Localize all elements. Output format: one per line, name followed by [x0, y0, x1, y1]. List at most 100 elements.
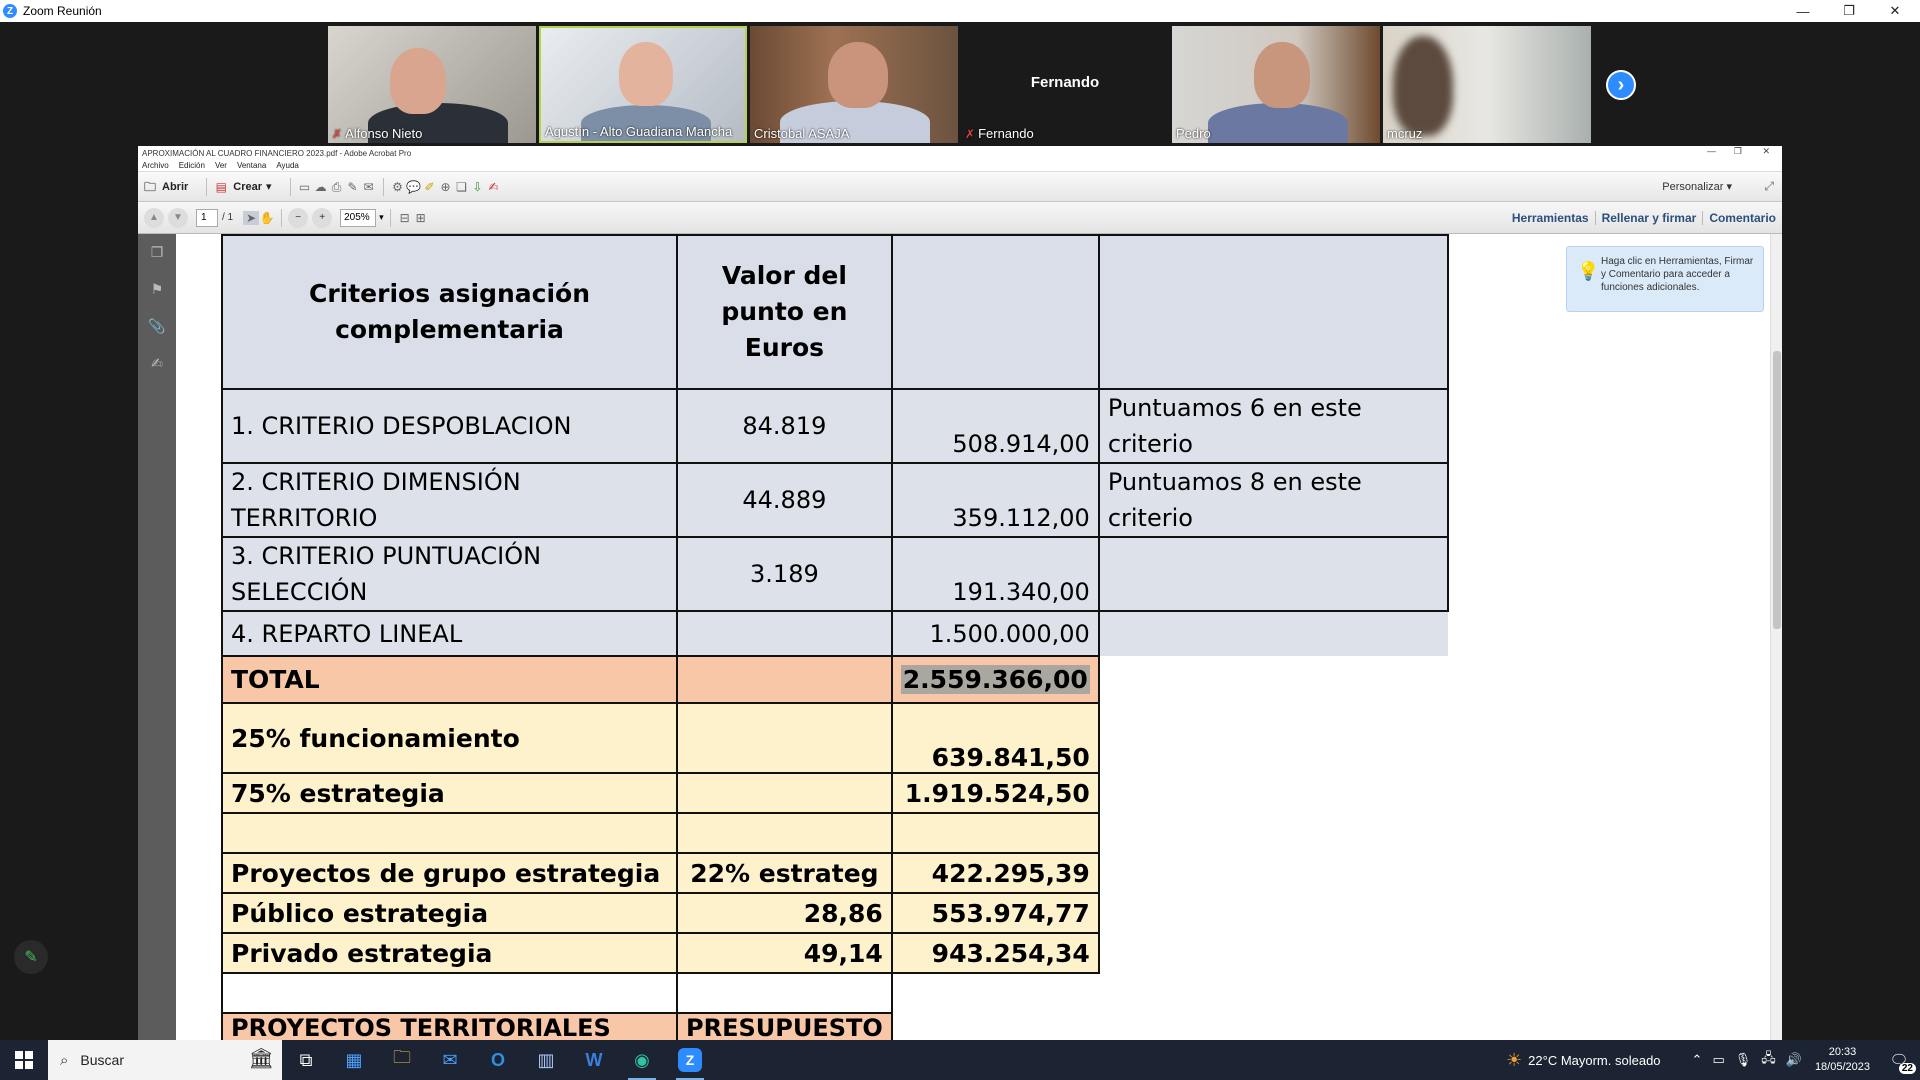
- store-icon[interactable]: ▦: [330, 1040, 378, 1080]
- upload-icon[interactable]: ☁: [313, 180, 329, 194]
- tab-comentario[interactable]: Comentario: [1702, 211, 1782, 225]
- select-cursor-icon[interactable]: ➤: [243, 210, 260, 225]
- save-icon[interactable]: ▭: [297, 180, 313, 194]
- mail-icon[interactable]: ✉: [361, 180, 377, 194]
- percentage: 22% estrateg: [676, 852, 893, 894]
- pages-panel-icon[interactable]: ❐: [147, 244, 167, 264]
- expand-icon[interactable]: ⤢: [1764, 179, 1774, 194]
- amount: 359.112,00: [890, 462, 1100, 538]
- fit-page-icon[interactable]: ⊟: [397, 211, 413, 225]
- menu-ver[interactable]: Ver: [215, 161, 227, 170]
- create-button[interactable]: ▤ Crear ▾: [213, 180, 272, 194]
- zoom-taskbar-icon[interactable]: Z: [666, 1040, 714, 1080]
- document-viewport[interactable]: ❐ ⚑ 📎 ✍ Criterios asignación complementa…: [138, 234, 1782, 1044]
- bookmarks-icon[interactable]: ⚑: [147, 281, 167, 301]
- menu-edicion[interactable]: Edición: [179, 161, 205, 170]
- table-row: PROYECTOS TERRITORIALES PRESUPUESTO: [221, 1012, 1448, 1044]
- amount: 553.974,77: [890, 892, 1100, 934]
- clock-date: 18/05/2023: [1814, 1061, 1870, 1073]
- page-number-input[interactable]: [196, 208, 218, 227]
- stamp-icon[interactable]: ⊕: [438, 180, 454, 194]
- acrobat-minimize-button[interactable]: —: [1707, 146, 1716, 156]
- restore-button[interactable]: ❐: [1826, 0, 1872, 22]
- word-icon[interactable]: W: [570, 1040, 618, 1080]
- network-icon[interactable]: 🖧: [1761, 1049, 1776, 1071]
- participant-tile[interactable]: mcruz: [1383, 26, 1591, 143]
- mail-icon[interactable]: ✉: [426, 1040, 474, 1080]
- participant-strip: ✗ Alfonso Nieto Agustín - Alto Guadiana M…: [0, 22, 1920, 144]
- total-amount-selected[interactable]: 2.559.366,00: [900, 665, 1090, 694]
- menu-ventana[interactable]: Ventana: [237, 161, 266, 170]
- settings-icon[interactable]: ⚙: [390, 180, 406, 194]
- acrobat-titlebar: APROXIMACIÓN AL CUADRO FINANCIERO 2023.p…: [138, 146, 1782, 160]
- acrobat-restore-button[interactable]: ❐: [1734, 146, 1742, 157]
- participant-name: Cristobal ASAJA: [754, 126, 850, 141]
- table-row: 25% funcionamiento 639.841,50: [221, 702, 1448, 774]
- row-label: 25% funcionamiento: [221, 702, 678, 774]
- signatures-icon[interactable]: ✍: [147, 355, 167, 375]
- customize-menu[interactable]: Personalizar ▾: [1662, 180, 1732, 193]
- menu-ayuda[interactable]: Ayuda: [276, 161, 299, 170]
- menu-archivo[interactable]: Archivo: [142, 161, 169, 170]
- print-icon[interactable]: ⎙: [329, 180, 345, 194]
- export-icon[interactable]: ⇩: [470, 180, 486, 194]
- zoom-out-icon[interactable]: −: [288, 207, 309, 228]
- outlook-icon[interactable]: O: [474, 1040, 522, 1080]
- zoom-level-input[interactable]: [340, 208, 377, 227]
- table-row: 4. REPARTO LINEAL 1.500.000,00: [221, 610, 1448, 657]
- vertical-scrollbar[interactable]: [1770, 234, 1782, 1040]
- chevron-up-icon[interactable]: ⌃: [1692, 1052, 1703, 1068]
- edit-icon[interactable]: ✎: [345, 180, 361, 194]
- participant-tile[interactable]: Cristobal ASAJA: [750, 26, 958, 143]
- microphone-icon[interactable]: 🎙: [1735, 1052, 1752, 1068]
- device-icon[interactable]: ▭: [1712, 1052, 1724, 1068]
- sign-icon[interactable]: ✍: [486, 180, 502, 194]
- participant-tile[interactable]: ✗ Alfonso Nieto: [328, 26, 536, 143]
- volume-icon[interactable]: 🔊: [1786, 1052, 1802, 1068]
- minimize-button[interactable]: —: [1780, 0, 1826, 22]
- amount: 508.914,00: [890, 388, 1100, 464]
- scroll-thumb[interactable]: [1773, 351, 1781, 629]
- close-button[interactable]: ✕: [1872, 0, 1918, 22]
- participant-tile[interactable]: Pedro: [1172, 26, 1380, 143]
- hand-tool-icon[interactable]: ✋: [259, 211, 275, 225]
- edge-icon[interactable]: ◉: [618, 1040, 666, 1080]
- tools-hint-tooltip: 💡 Haga clic en Herramientas, Firmar y Co…: [1566, 246, 1764, 312]
- fit-width-icon[interactable]: ⊞: [413, 211, 429, 225]
- taskbar-search[interactable]: ⌕ Buscar 🏛: [48, 1040, 282, 1080]
- windows-taskbar: ⌕ Buscar 🏛 ⧉ ▦ 🗀 ✉ O ▥ W ◉ Z ☀ 22°C Mayo…: [0, 1040, 1920, 1080]
- previous-page-icon[interactable]: ▲: [144, 207, 164, 228]
- windows-logo-icon: [15, 1051, 33, 1069]
- point-value: 44.889: [676, 462, 893, 538]
- page-total: / 1: [222, 212, 234, 223]
- weather-widget[interactable]: ☀ 22°C Mayorm. soleado: [1506, 1050, 1661, 1071]
- reader-app-icon[interactable]: ▥: [522, 1040, 570, 1080]
- total-row: TOTAL 2.559.366,00: [221, 655, 1448, 704]
- next-page-icon[interactable]: ▼: [168, 207, 188, 228]
- notification-center-icon[interactable]: 🗨 22: [1884, 1048, 1916, 1074]
- participant-tile[interactable]: Fernando ✗ Fernando: [961, 26, 1169, 143]
- open-button[interactable]: 🗀 Abrir: [142, 180, 188, 194]
- start-button[interactable]: [0, 1040, 48, 1080]
- zoom-in-icon[interactable]: +: [312, 207, 333, 228]
- tab-herramientas[interactable]: Herramientas: [1506, 211, 1595, 225]
- highlight-icon[interactable]: ✐: [422, 180, 438, 194]
- participant-name: Alfonso Nieto: [345, 126, 423, 141]
- clock[interactable]: 20:33 18/05/2023: [1815, 1045, 1870, 1075]
- pages-icon[interactable]: ❏: [454, 180, 470, 194]
- header-notes: [1097, 234, 1449, 390]
- document-title: APROXIMACIÓN AL CUADRO FINANCIERO 2023.p…: [142, 148, 412, 158]
- next-page-arrow-icon[interactable]: ›: [1606, 70, 1636, 100]
- participant-tile-active[interactable]: Agustín - Alto Guadiana Mancha: [539, 26, 747, 143]
- zoom-dropdown-chevron-icon[interactable]: ▾: [379, 212, 384, 223]
- budget-label: PRESUPUESTO: [676, 1012, 893, 1044]
- file-explorer-icon[interactable]: 🗀: [378, 1040, 426, 1080]
- amount: 639.841,50: [890, 702, 1100, 774]
- task-view-icon[interactable]: ⧉: [282, 1040, 330, 1080]
- comment-icon[interactable]: 💬: [406, 180, 422, 194]
- tab-rellenar-y-firmar[interactable]: Rellenar y firmar: [1594, 211, 1703, 225]
- annotate-pen-icon[interactable]: ✎: [14, 940, 48, 974]
- notification-count: 22: [1898, 1063, 1916, 1074]
- attachments-icon[interactable]: 📎: [147, 318, 167, 338]
- acrobat-close-button[interactable]: ✕: [1762, 146, 1770, 157]
